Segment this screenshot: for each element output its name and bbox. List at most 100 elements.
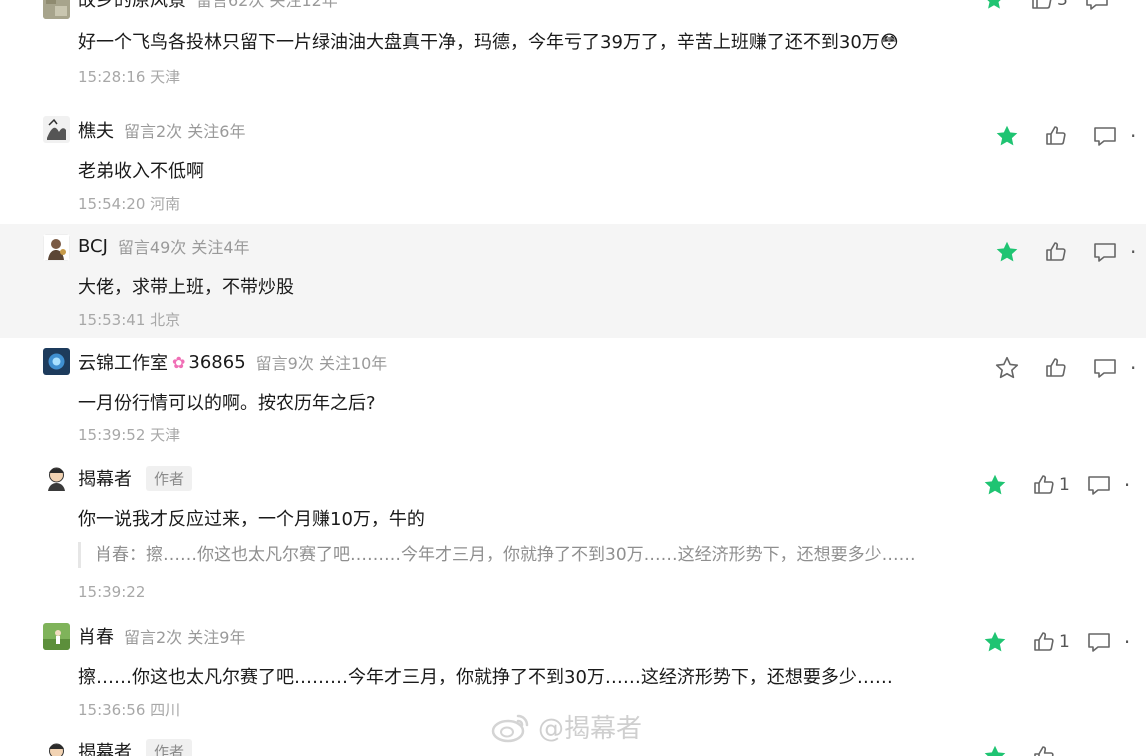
comment-bubble-icon	[1088, 476, 1110, 495]
comment-text: 好一个飞鸟各投林只留下一片绿油油大盘真干净，玛德，今年亏了39万了，辛苦上班赚了…	[78, 32, 880, 53]
comment-text: 你一说我才反应过来，一个月赚10万，牛的	[78, 509, 425, 530]
star-icon	[984, 474, 1006, 495]
like-count: 1	[1059, 632, 1070, 652]
avatar[interactable]	[43, 740, 70, 756]
comment-bubble-icon	[1094, 359, 1116, 378]
flower-badge-icon: ✿	[172, 352, 186, 372]
comment-header: 揭幕者 作者	[78, 465, 193, 491]
user-meta: 留言62次 关注12年	[196, 0, 338, 10]
nickname[interactable]: 揭幕者	[78, 465, 132, 491]
more-button[interactable]: ·	[1124, 630, 1130, 654]
comment-header: 云锦工作室 ✿ 36865 留言9次 关注10年	[78, 349, 387, 375]
like-count: 1	[1059, 475, 1070, 495]
comment-item: BCJ 留言49次 关注4年 大佬，求带上班，不带炒股 15:53:41 北京 …	[0, 224, 1146, 338]
comment-time: 15:53:41 北京	[78, 311, 181, 329]
like-button[interactable]: 1	[1032, 473, 1070, 497]
more-icon: ·	[1123, 473, 1131, 497]
comment-actions: ·	[994, 238, 1136, 266]
star-button[interactable]	[994, 239, 1020, 265]
nickname[interactable]: BCJ	[78, 236, 108, 257]
watermark-text: @揭幕者	[538, 714, 643, 744]
like-button[interactable]: 1	[1032, 630, 1070, 654]
comment-actions: ·	[994, 354, 1136, 382]
comment-time: 15:39:52 天津	[78, 426, 181, 444]
user-meta: 留言49次 关注4年	[117, 238, 250, 257]
like-button[interactable]	[1044, 356, 1068, 380]
like-button[interactable]: 3	[1030, 0, 1068, 12]
comment-header: 樵夫 留言2次 关注6年	[78, 117, 245, 143]
nickname[interactable]: 揭幕者	[78, 738, 132, 756]
comment-text: 擦……你这也太凡尔赛了吧………今年才三月，你就挣了不到30万……这经济形势下，还…	[78, 667, 893, 688]
comment-bubble-icon	[1094, 127, 1116, 146]
comment-actions: 3	[982, 0, 1126, 14]
reply-button[interactable]	[1092, 356, 1118, 380]
star-button[interactable]	[982, 472, 1008, 498]
quoted-comment[interactable]: 肖春：擦……你这也太凡尔赛了吧………今年才三月，你就挣了不到30万……这经济形势…	[78, 542, 916, 568]
star-icon	[996, 241, 1018, 262]
thumb-up-icon	[1032, 0, 1052, 9]
avatar[interactable]	[43, 234, 70, 261]
comment-item: 揭幕者 作者 你一说我才反应过来，一个月赚10万，牛的 肖春：擦……你这也太凡尔…	[0, 456, 1146, 614]
more-icon: ·	[1123, 630, 1131, 654]
more-icon: ·	[1130, 124, 1137, 148]
comment-text: 大佬，求带上班，不带炒股	[78, 277, 294, 298]
avatar[interactable]	[43, 464, 70, 491]
flushed-face-emoji-icon: 😳	[879, 32, 899, 53]
comment-header: BCJ 留言49次 关注4年	[78, 233, 250, 259]
more-button[interactable]: ·	[1124, 473, 1130, 497]
like-button[interactable]	[1044, 124, 1068, 148]
like-button[interactable]	[1032, 744, 1056, 756]
star-button[interactable]	[982, 743, 1008, 756]
avatar[interactable]	[43, 0, 70, 19]
nickname[interactable]: 云锦工作室	[78, 349, 168, 375]
user-meta: 留言2次 关注9年	[124, 628, 246, 647]
comment-time: 15:36:56 四川	[78, 701, 181, 719]
reply-button[interactable]	[1086, 630, 1112, 654]
comment-item: 樵夫 留言2次 关注6年 老弟收入不低啊 15:54:20 河南 ·	[0, 100, 1146, 222]
author-badge: 作者	[146, 738, 193, 756]
nickname[interactable]: 故乡的原风景	[78, 0, 186, 12]
user-meta: 留言9次 关注10年	[255, 354, 388, 373]
reply-button[interactable]	[1084, 0, 1110, 12]
star-icon	[987, 0, 1001, 9]
star-icon	[984, 631, 1006, 652]
comment-text: 一月份行情可以的啊。按农历年之后?	[78, 393, 376, 414]
comment-bubble-icon	[1088, 633, 1110, 652]
more-icon: ·	[1130, 356, 1137, 380]
nickname[interactable]: 樵夫	[78, 117, 114, 143]
watermark: @揭幕者	[490, 708, 642, 745]
more-button[interactable]: ·	[1130, 356, 1136, 380]
like-button[interactable]	[1044, 240, 1068, 264]
avatar[interactable]	[43, 623, 70, 650]
nickname[interactable]: 肖春	[78, 623, 114, 649]
comment-header: 肖春 留言2次 关注9年	[78, 623, 245, 649]
like-count: 3	[1057, 0, 1068, 10]
author-badge: 作者	[146, 465, 193, 491]
comment-bubble-icon	[1094, 243, 1116, 262]
comment-time: 15:54:20 河南	[78, 195, 181, 213]
comment-header: 故乡的原风景 留言62次 关注12年	[78, 0, 338, 12]
comment-text: 老弟收入不低啊	[78, 161, 204, 182]
reply-button[interactable]	[1092, 124, 1118, 148]
reply-button[interactable]	[1086, 473, 1112, 497]
comment-actions	[982, 742, 1072, 756]
thumb-up-icon	[1046, 242, 1066, 261]
weibo-logo-icon	[491, 714, 529, 742]
star-button[interactable]	[982, 0, 1006, 12]
star-icon	[996, 125, 1018, 146]
star-button[interactable]	[994, 123, 1020, 149]
comment-actions: 1 ·	[982, 471, 1130, 499]
star-button[interactable]	[994, 355, 1020, 381]
comment-header: 揭幕者 作者	[78, 738, 193, 756]
avatar[interactable]	[43, 116, 70, 143]
more-button[interactable]: ·	[1130, 124, 1136, 148]
thumb-up-icon	[1034, 475, 1054, 494]
comment-time: 15:28:16 天津	[78, 68, 181, 86]
comment-actions: 1 ·	[982, 628, 1130, 656]
comment-time: 15:39:22	[78, 583, 146, 601]
more-button[interactable]: ·	[1130, 240, 1136, 264]
avatar[interactable]	[43, 348, 70, 375]
reply-button[interactable]	[1092, 240, 1118, 264]
star-button[interactable]	[982, 629, 1008, 655]
thumb-up-icon	[1034, 632, 1054, 651]
